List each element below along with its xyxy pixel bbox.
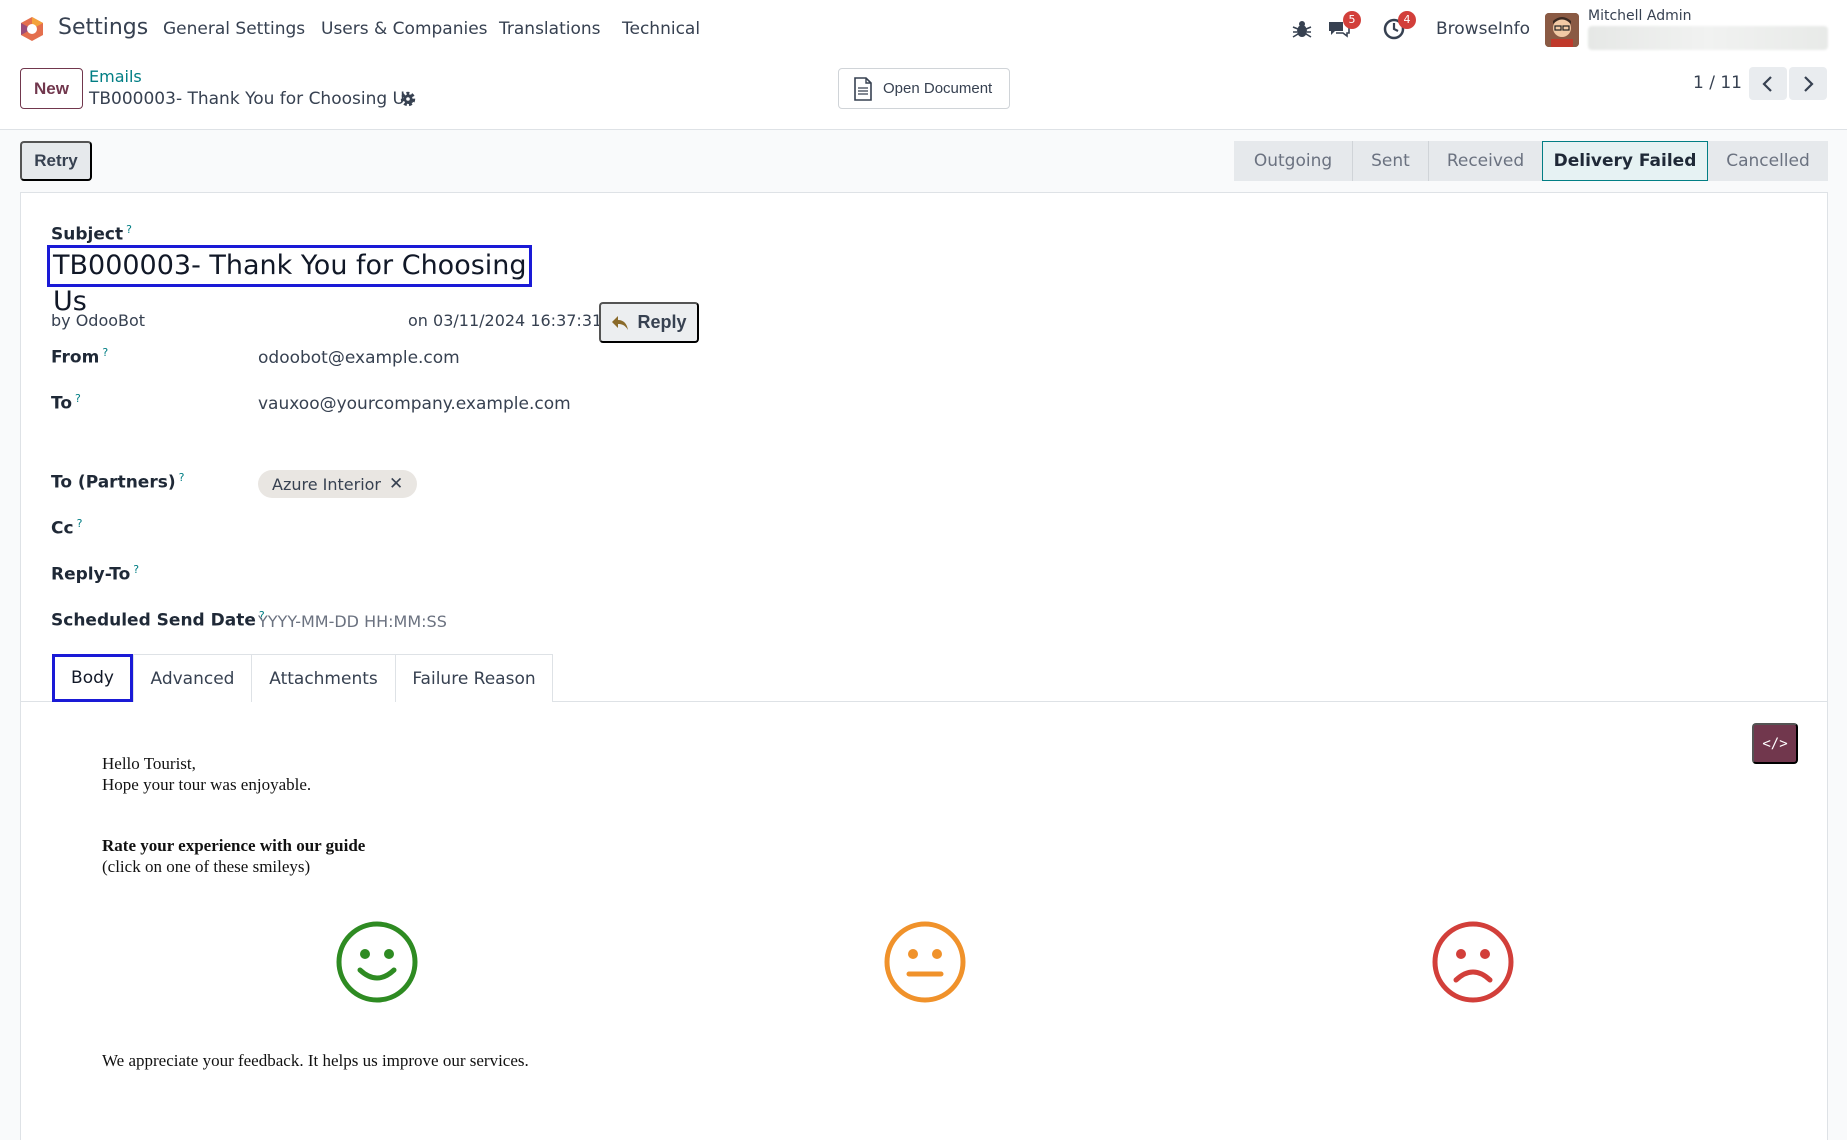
- from-label: From?: [51, 346, 109, 368]
- reply-button[interactable]: Reply: [599, 302, 699, 343]
- activities-button[interactable]: 4: [1382, 11, 1416, 41]
- help-tooltip[interactable]: ?: [102, 346, 108, 359]
- breadcrumb-emails[interactable]: Emails: [89, 67, 142, 86]
- help-tooltip[interactable]: ?: [133, 563, 139, 576]
- rating-hint: (click on one of these smileys): [102, 857, 311, 876]
- close-icon[interactable]: ✕: [389, 474, 403, 494]
- avatar[interactable]: [1545, 13, 1579, 47]
- tab-attachments[interactable]: Attachments: [252, 654, 396, 702]
- reply-label: Reply: [637, 312, 687, 332]
- subject-label: Subject?: [51, 223, 132, 245]
- partner-tag[interactable]: Azure Interior ✕: [258, 470, 418, 498]
- happy-smiley-icon[interactable]: [335, 920, 419, 1004]
- cc-label: Cc?: [51, 517, 83, 539]
- chevron-left-icon: [1762, 75, 1772, 92]
- bug-icon[interactable]: [1290, 17, 1314, 41]
- help-tooltip[interactable]: ?: [77, 517, 83, 530]
- to-partners-label: To (Partners)?: [51, 471, 185, 493]
- odoo-logo-icon[interactable]: [19, 16, 45, 42]
- stage-pipeline: Outgoing Sent Received Delivery Failed C…: [1234, 141, 1828, 181]
- control-panel: New Emails TB000003- Thank You for Choos…: [0, 58, 1847, 130]
- subject-field[interactable]: TB000003- Thank You for Choosing Us: [47, 245, 532, 317]
- new-button[interactable]: New: [20, 68, 83, 109]
- menu-users-companies[interactable]: Users & Companies: [321, 19, 488, 39]
- activities-badge: 4: [1398, 11, 1416, 29]
- rating-title: Rate your experience with our guide: [102, 836, 366, 855]
- messages-button[interactable]: 5: [1327, 11, 1361, 41]
- top-navbar: Settings General Settings Users & Compan…: [0, 0, 1847, 58]
- stage-cancelled[interactable]: Cancelled: [1708, 141, 1828, 181]
- scheduled-send-date-input[interactable]: YYYY-MM-DD HH:MM:SS: [258, 612, 447, 631]
- stage-outgoing[interactable]: Outgoing: [1234, 141, 1352, 181]
- stage-sent[interactable]: Sent: [1352, 141, 1428, 181]
- user-name[interactable]: Mitchell Admin: [1588, 8, 1692, 24]
- gear-icon[interactable]: [399, 90, 417, 108]
- code-view-button[interactable]: </>: [1752, 723, 1798, 764]
- menu-technical[interactable]: Technical: [622, 19, 700, 39]
- reply-to-label: Reply-To?: [51, 563, 140, 585]
- body-line: Hope your tour was enjoyable.: [102, 775, 312, 794]
- form-sheet: Subject? TB000003- Thank You for Choosin…: [20, 192, 1828, 1140]
- notebook-tabs: Body Advanced Attachments Failure Reason: [52, 654, 553, 702]
- author-name: by OdooBot: [51, 311, 146, 330]
- help-tooltip[interactable]: ?: [179, 471, 185, 484]
- partner-tag-label: Azure Interior: [272, 474, 382, 494]
- help-tooltip[interactable]: ?: [126, 223, 132, 236]
- status-bar: Retry Outgoing Sent Received Delivery Fa…: [0, 130, 1847, 192]
- breadcrumb-current: TB000003- Thank You for Choosing Us: [89, 89, 414, 109]
- menu-translations[interactable]: Translations: [499, 19, 601, 39]
- to-value[interactable]: vauxoo@yourcompany.example.com: [258, 394, 571, 414]
- pager-next-button[interactable]: [1789, 67, 1827, 100]
- messages-badge: 5: [1343, 11, 1361, 29]
- retry-button[interactable]: Retry: [20, 141, 92, 181]
- closing-line: We appreciate your feedback. It helps us…: [102, 1051, 529, 1070]
- reply-arrow-icon: [612, 315, 629, 330]
- email-body-greeting: Hello Tourist, Hope your tour was enjoya…: [102, 753, 311, 795]
- stage-delivery-failed[interactable]: Delivery Failed: [1542, 141, 1708, 181]
- app-name[interactable]: Settings: [58, 15, 148, 40]
- company-switcher[interactable]: BrowseInfo: [1436, 19, 1530, 39]
- scheduled-send-date-label: Scheduled Send Date?: [51, 609, 265, 631]
- pager-previous-button[interactable]: [1749, 67, 1787, 100]
- stage-received[interactable]: Received: [1428, 141, 1542, 181]
- open-document-button[interactable]: Open Document: [838, 68, 1010, 109]
- chevron-right-icon: [1804, 75, 1814, 92]
- menu-general-settings[interactable]: General Settings: [163, 19, 305, 39]
- tab-failure-reason[interactable]: Failure Reason: [396, 654, 553, 702]
- redacted-user-detail: [1588, 26, 1828, 50]
- to-label: To?: [51, 392, 81, 414]
- tab-advanced[interactable]: Advanced: [133, 654, 252, 702]
- open-document-label: Open Document: [883, 80, 993, 97]
- rating-prompt: Rate your experience with our guide (cli…: [102, 835, 365, 877]
- code-icon: </>: [1762, 735, 1788, 752]
- neutral-smiley-icon[interactable]: [883, 920, 967, 1004]
- help-tooltip[interactable]: ?: [75, 392, 81, 405]
- pager-value[interactable]: 1 / 11: [1693, 73, 1742, 93]
- tab-body[interactable]: Body: [52, 654, 133, 702]
- sent-date: on 03/11/2024 16:37:31: [408, 311, 603, 330]
- sad-smiley-icon[interactable]: [1431, 920, 1515, 1004]
- document-icon: [854, 76, 872, 101]
- from-value[interactable]: odoobot@example.com: [258, 348, 460, 368]
- greeting-line: Hello Tourist,: [102, 754, 196, 773]
